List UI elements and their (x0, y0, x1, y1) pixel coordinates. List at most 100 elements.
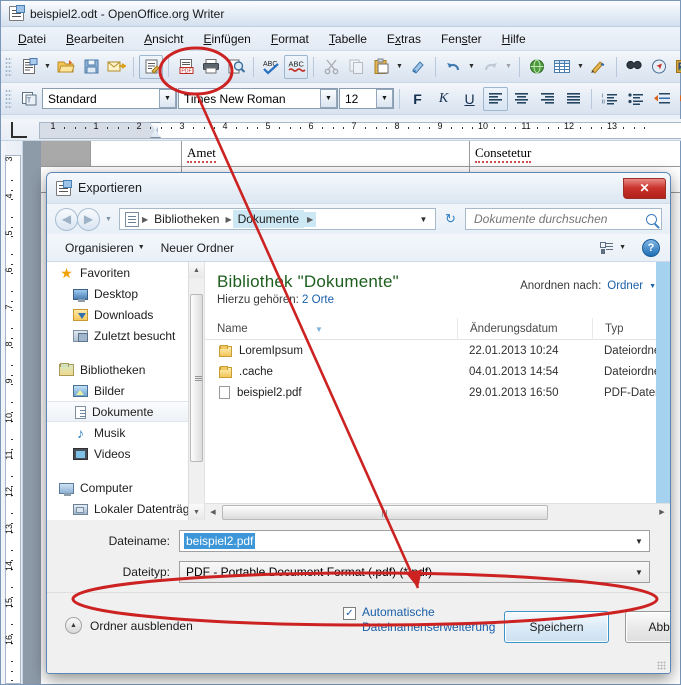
chevron-down-icon[interactable]: ▼ (619, 244, 626, 251)
file-list-horizontal-scrollbar[interactable]: ◀ ▶ (205, 503, 670, 520)
font-name-dropdown-arrow-icon[interactable]: ▼ (320, 89, 337, 108)
cut-icon[interactable] (319, 55, 343, 79)
paragraph-style-dropdown-arrow-icon[interactable]: ▼ (159, 89, 176, 108)
navigation-pane-scrollbar[interactable]: ▲ ▼ (188, 262, 204, 520)
table-row[interactable] (41, 141, 680, 167)
copy-icon[interactable] (344, 55, 368, 79)
column-header-name[interactable]: Name ▼ (205, 318, 457, 340)
decrease-indent-icon[interactable] (649, 87, 674, 111)
vertical-ruler[interactable]: 3 4 5 6 7 8 9 10 11 12 13 14 15 16 (1, 141, 23, 684)
sidebar-item-bilder[interactable]: Bilder (47, 380, 204, 401)
save-icon[interactable] (79, 55, 103, 79)
sidebar-group-bibliotheken[interactable]: Bibliotheken (47, 359, 204, 380)
file-name-cell[interactable]: LoremIpsum (205, 344, 457, 357)
back-arrow-icon[interactable]: ◀ (55, 207, 78, 231)
font-size-dropdown-arrow-icon[interactable]: ▼ (376, 89, 393, 108)
numbered-list-icon[interactable]: I II (597, 87, 622, 111)
align-right-icon[interactable] (535, 87, 560, 111)
sidebar-item-downloads[interactable]: Downloads (47, 304, 204, 325)
menu-item-format[interactable]: Format (262, 29, 318, 49)
toolbar-grip[interactable] (5, 56, 12, 77)
show-draw-functions-icon[interactable] (587, 55, 611, 79)
menu-item-ansicht[interactable]: Ansicht (135, 29, 192, 49)
tab-stop-selector-icon[interactable] (11, 122, 27, 138)
table-row[interactable]: LoremIpsum 22.01.2013 10:24 Dateiordner (205, 340, 670, 361)
gallery-icon[interactable] (672, 55, 681, 79)
document-text-consetetur[interactable]: Consetetur (475, 145, 532, 163)
paste-dropdown-arrow-icon[interactable]: ▼ (394, 55, 405, 79)
sidebar-group-computer[interactable]: Computer (47, 477, 204, 498)
search-input[interactable] (472, 211, 646, 227)
paste-icon[interactable] (369, 55, 393, 79)
bold-button[interactable]: F (405, 87, 430, 111)
menu-item-einfuegen[interactable]: Einfügen (194, 29, 259, 49)
document-text-amet[interactable]: Amet (187, 145, 216, 163)
hyperlink-icon[interactable] (525, 55, 549, 79)
auto-extension-checkbox-group[interactable]: ✓ Automatische Dateinamenserweiterung (343, 605, 503, 635)
navigation-pane[interactable]: ★ Favoriten Desktop Downloads Zuletzt be… (47, 262, 205, 520)
undo-dropdown-arrow-icon[interactable]: ▼ (466, 55, 477, 79)
breadcrumb[interactable]: ▶ Bibliotheken ▶ Dokumente ▶ ▼ (118, 208, 436, 230)
save-button[interactable]: Speichern (504, 611, 609, 643)
chevron-down-icon[interactable]: ▼ (105, 216, 112, 223)
font-name-combo[interactable]: Times New Roman ▼ (178, 88, 338, 109)
chevron-down-icon[interactable]: ▼ (414, 209, 433, 229)
toolbar-grip[interactable] (5, 88, 12, 109)
undo-icon[interactable] (441, 55, 465, 79)
font-size-combo[interactable]: 12 ▼ (339, 88, 394, 109)
resize-grip-icon[interactable] (657, 661, 666, 670)
redo-icon[interactable] (478, 55, 502, 79)
sidebar-item-musik[interactable]: ♪ Musik (47, 422, 204, 443)
align-justify-icon[interactable] (561, 87, 586, 111)
table-header-cell[interactable] (41, 141, 91, 166)
insert-table-icon[interactable] (550, 55, 574, 79)
sidebar-item-videos[interactable]: Videos (47, 443, 204, 464)
menu-item-bearbeiten[interactable]: Bearbeiten (57, 29, 133, 49)
sidebar-item-lokaler-datentraeger[interactable]: Lokaler Datenträg (47, 498, 204, 519)
menu-item-tabelle[interactable]: Tabelle (320, 29, 376, 49)
breadcrumb-separator[interactable]: ▶ (304, 211, 317, 227)
new-document-dropdown-arrow-icon[interactable]: ▼ (42, 55, 53, 79)
table-row[interactable]: .cache 04.01.2013 14:54 Dateiordner (205, 361, 670, 382)
italic-button[interactable]: K (431, 87, 456, 111)
arrange-by-value[interactable]: Ordner (607, 280, 643, 292)
sidebar-item-dokumente[interactable]: Dokumente (47, 401, 204, 422)
insert-table-dropdown-arrow-icon[interactable]: ▼ (575, 55, 586, 79)
file-list-vertical-scrollbar[interactable] (656, 262, 670, 503)
search-box[interactable] (465, 208, 662, 230)
includes-locations-link[interactable]: 2 Orte (302, 294, 334, 306)
file-name-cell[interactable]: beispiel2.pdf (205, 386, 457, 399)
filename-input[interactable]: beispiel2.pdf ▼ (179, 530, 650, 552)
redo-dropdown-arrow-icon[interactable]: ▼ (503, 55, 514, 79)
increase-indent-icon[interactable] (675, 87, 681, 111)
view-layout-button[interactable]: ▼ (594, 240, 632, 256)
sidebar-item-desktop[interactable]: Desktop (47, 283, 204, 304)
clone-formatting-icon[interactable] (406, 55, 430, 79)
scroll-down-arrow-icon[interactable]: ▼ (189, 504, 204, 520)
auto-extension-checkbox[interactable]: ✓ (343, 607, 356, 620)
menu-item-fenster[interactable]: Fenster (432, 29, 491, 49)
print-icon[interactable] (199, 55, 223, 79)
horizontal-ruler[interactable]: 1 1 2 3 4 5 6 7 8 9 10 11 12 13 (1, 119, 681, 141)
scrollbar-thumb[interactable] (190, 294, 203, 462)
search-icon[interactable] (646, 213, 657, 225)
file-list-pane[interactable]: Bibliothek "Dokumente" Hierzu gehören: 2… (205, 262, 670, 520)
new-folder-button[interactable]: Neuer Ordner (153, 237, 242, 259)
scrollbar-thumb[interactable] (222, 504, 548, 520)
organize-button[interactable]: Organisieren (57, 237, 142, 259)
align-left-icon[interactable] (483, 86, 508, 111)
refresh-icon[interactable]: ↻ (440, 208, 461, 230)
spelling-check-icon[interactable]: ABC (284, 54, 308, 79)
print-preview-icon[interactable] (224, 55, 248, 79)
menu-item-datei[interactable]: Datei (9, 29, 55, 49)
sidebar-item-zuletzt-besucht[interactable]: Zuletzt besucht (47, 325, 204, 346)
send-email-icon[interactable] (104, 55, 128, 79)
auto-extension-label[interactable]: Automatische Dateinamenserweiterung (362, 605, 495, 635)
table-row[interactable]: beispiel2.pdf 29.01.2013 16:50 PDF-Datei (205, 382, 670, 403)
column-header-date[interactable]: Änderungsdatum (457, 317, 592, 340)
filetype-select[interactable]: PDF - Portable Document Format (.pdf) (*… (179, 561, 650, 583)
cancel-button[interactable]: Abbrechen (625, 611, 670, 643)
scroll-left-arrow-icon[interactable]: ◀ (205, 504, 221, 521)
sidebar-group-favoriten[interactable]: ★ Favoriten (47, 262, 204, 283)
breadcrumb-item-bibliotheken[interactable]: Bibliotheken (149, 210, 224, 228)
